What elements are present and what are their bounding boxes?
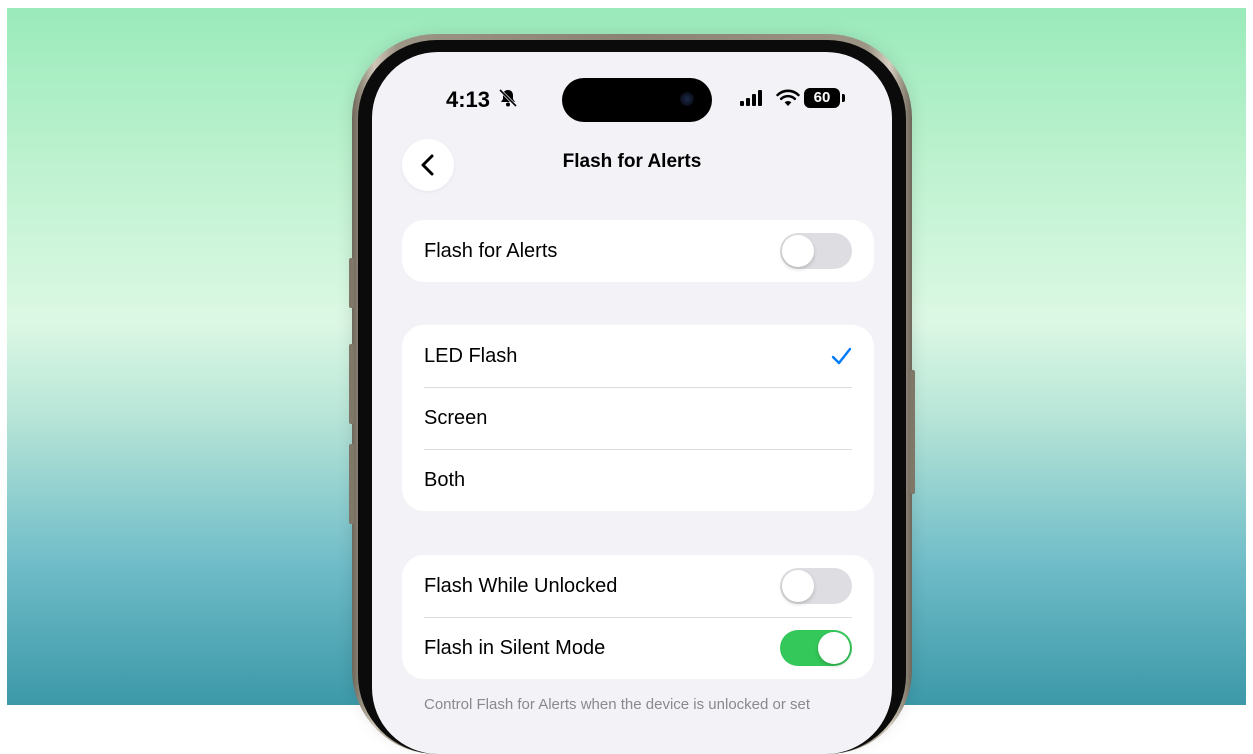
flash-in-silent-mode-toggle[interactable] bbox=[780, 630, 852, 666]
flash-type-group: LED Flash Screen Both bbox=[402, 325, 874, 511]
option-screen[interactable]: Screen bbox=[402, 387, 874, 449]
flash-while-unlocked-toggle[interactable] bbox=[780, 568, 852, 604]
bell-slash-icon bbox=[498, 88, 518, 108]
flash-in-silent-mode-row: Flash in Silent Mode bbox=[402, 617, 874, 679]
wifi-icon bbox=[776, 89, 800, 106]
volume-down-button bbox=[349, 444, 354, 524]
status-time: 4:13 bbox=[446, 87, 491, 112]
flash-while-unlocked-row: Flash While Unlocked bbox=[402, 555, 874, 617]
dynamic-island bbox=[562, 78, 712, 122]
option-label: Screen bbox=[424, 406, 488, 429]
option-both[interactable]: Both bbox=[402, 449, 874, 511]
toggle-knob bbox=[782, 235, 814, 267]
option-led-flash[interactable]: LED Flash bbox=[402, 325, 874, 387]
flash-for-alerts-toggle[interactable] bbox=[780, 233, 852, 269]
flash-for-alerts-label: Flash for Alerts bbox=[424, 239, 558, 262]
option-label: LED Flash bbox=[424, 344, 518, 367]
phone-screen: 4:13 60 Flash for Alerts Flash for Alert… bbox=[372, 52, 892, 754]
page-title: Flash for Alerts bbox=[562, 151, 702, 172]
toggle-knob bbox=[818, 632, 850, 664]
camera-icon bbox=[680, 92, 694, 106]
checkmark-icon bbox=[831, 347, 852, 365]
volume-up-button bbox=[349, 344, 354, 424]
battery-tip bbox=[842, 94, 845, 102]
cellular-signal-icon bbox=[740, 90, 762, 106]
flash-while-unlocked-label: Flash While Unlocked bbox=[424, 574, 618, 597]
flash-for-alerts-row: Flash for Alerts bbox=[402, 220, 874, 282]
phone-frame: 4:13 60 Flash for Alerts Flash for Alert… bbox=[349, 34, 915, 754]
side-button bbox=[910, 370, 915, 494]
flash-toggle-group: Flash for Alerts bbox=[402, 220, 874, 282]
flash-in-silent-mode-label: Flash in Silent Mode bbox=[424, 636, 606, 659]
action-button bbox=[349, 258, 354, 308]
phone-bezel: 4:13 60 Flash for Alerts Flash for Alert… bbox=[358, 40, 906, 754]
battery-icon: 60 bbox=[804, 88, 840, 108]
option-label: Both bbox=[424, 468, 466, 491]
conditions-group: Flash While Unlocked Flash in Silent Mod… bbox=[402, 555, 874, 679]
toggle-knob bbox=[782, 570, 814, 602]
